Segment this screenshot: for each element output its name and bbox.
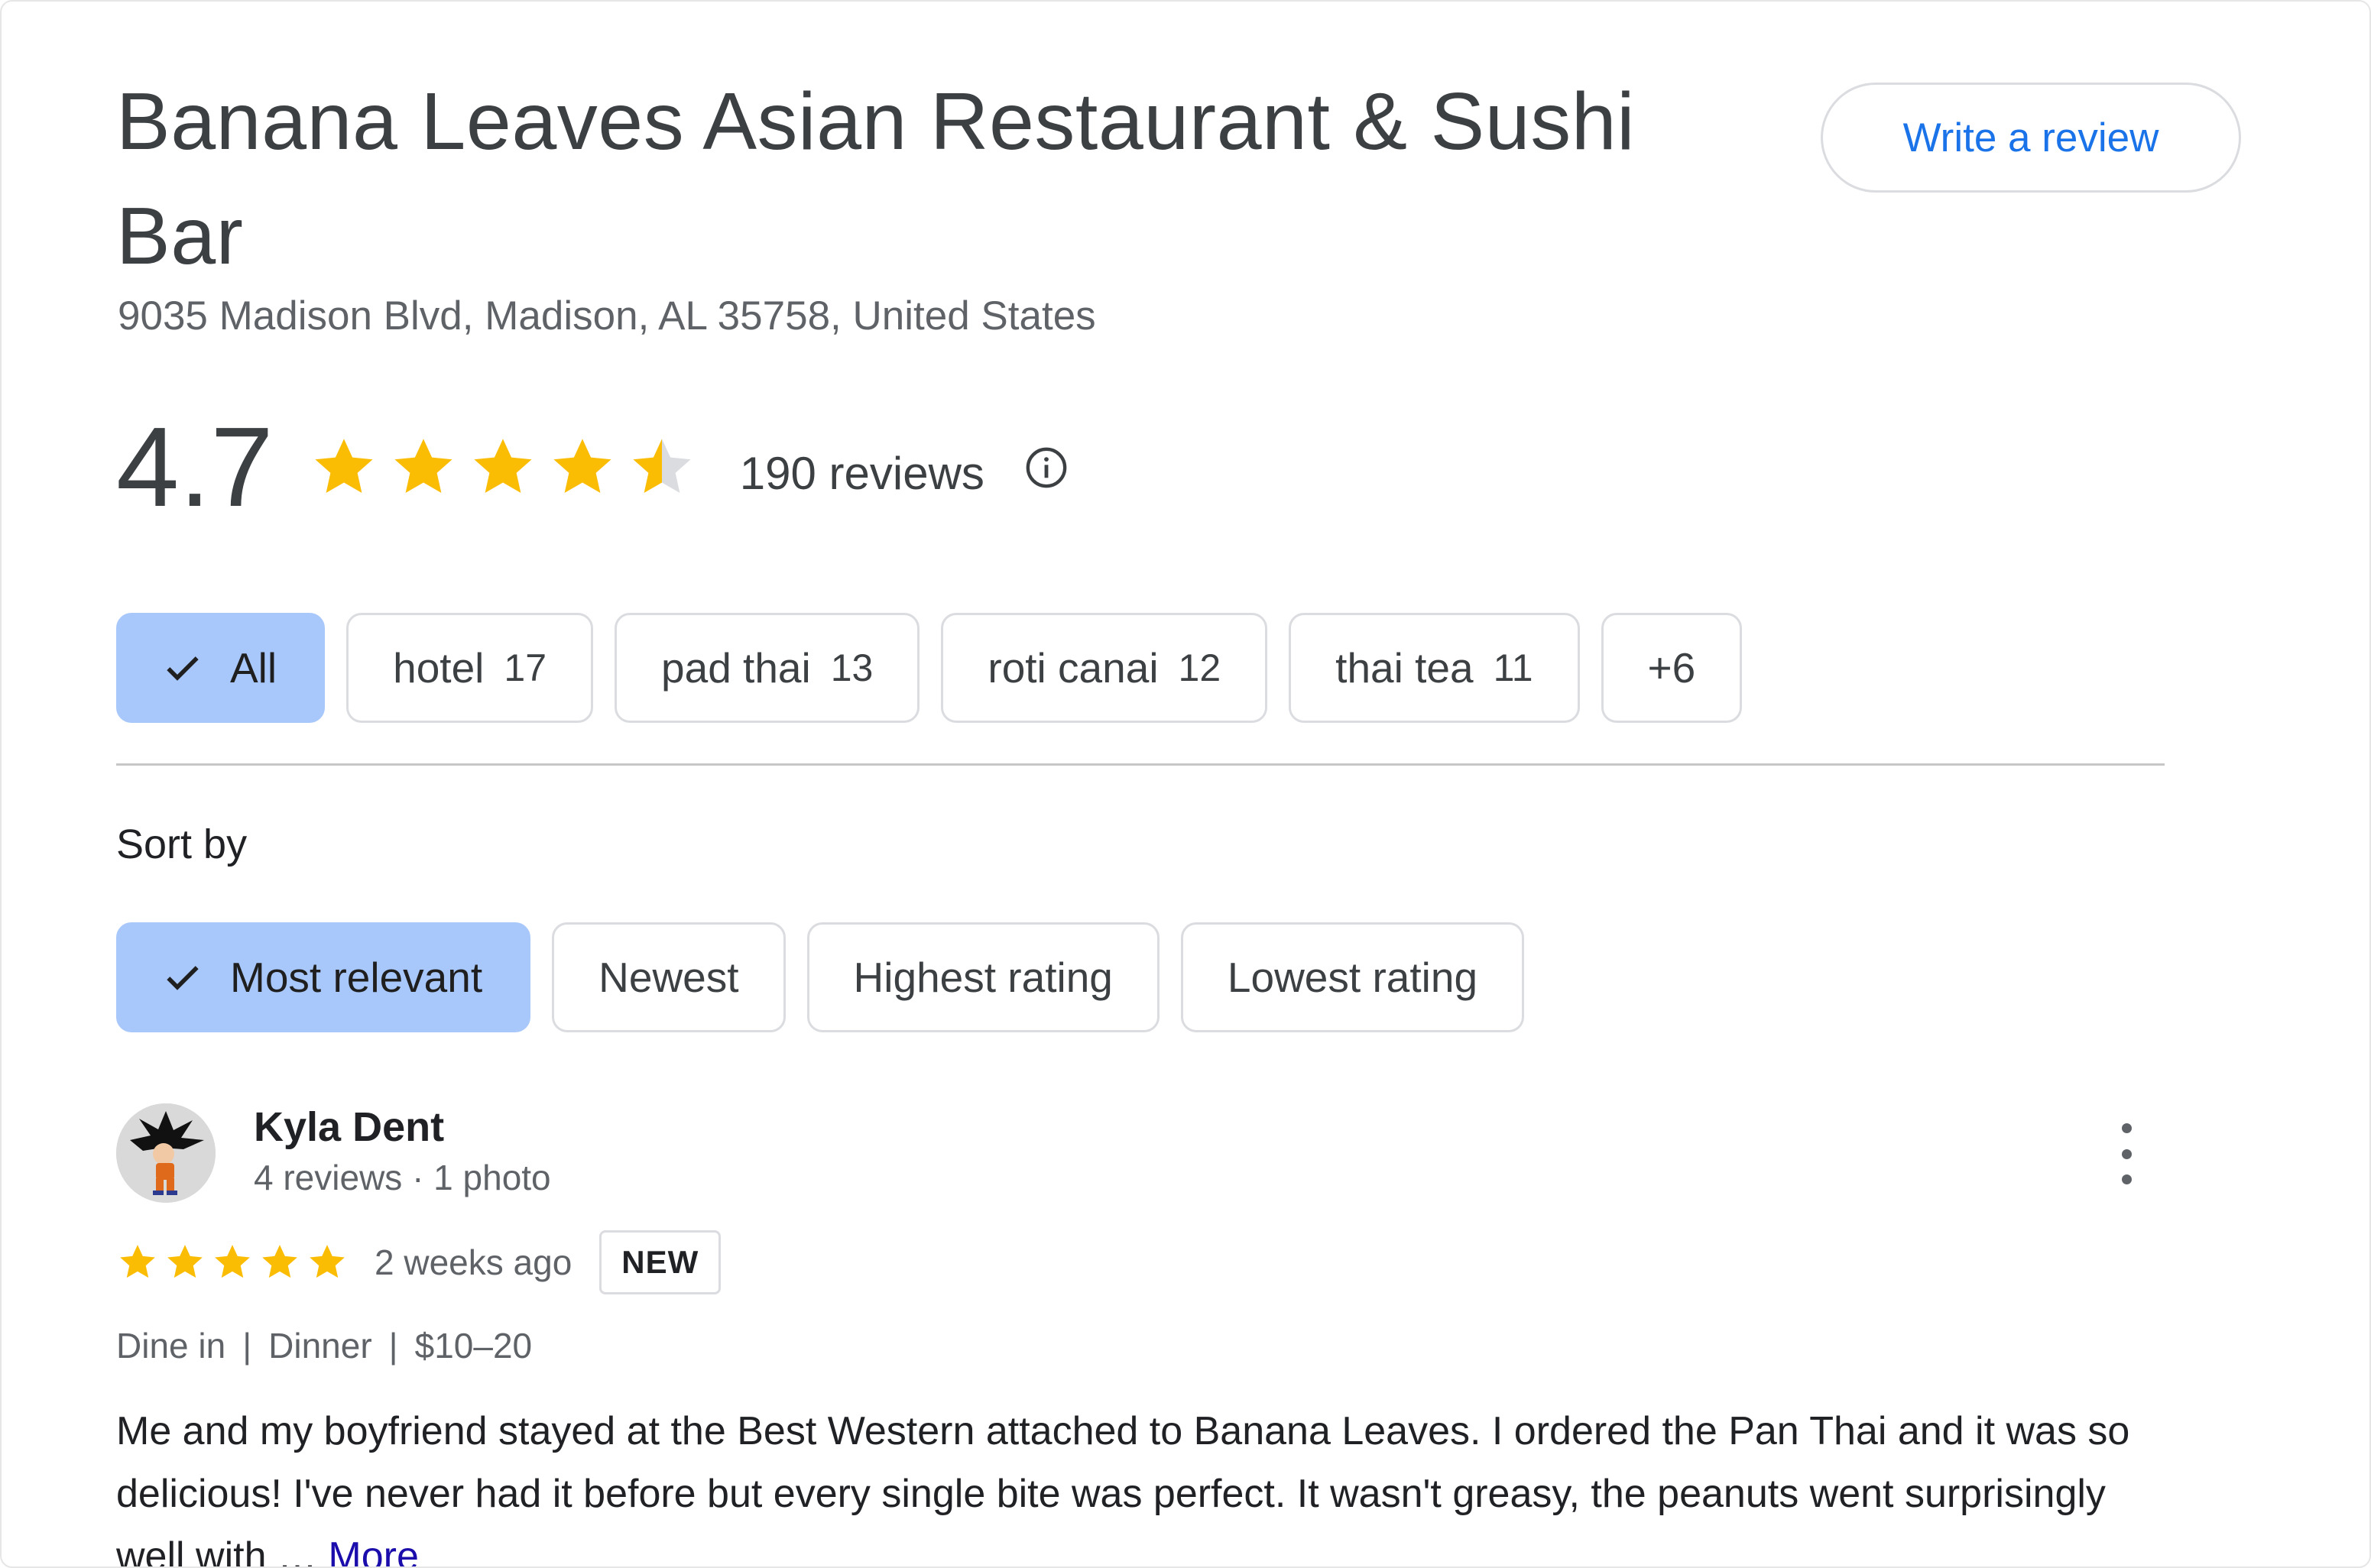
- sort-chip-label: Newest: [598, 954, 739, 1001]
- context-item: Dinner: [268, 1326, 372, 1366]
- review-text: Me and my boyfriend stayed at the Best W…: [116, 1400, 2180, 1566]
- info-icon[interactable]: [1024, 445, 1069, 490]
- sort-chip[interactable]: Highest rating: [806, 922, 1160, 1032]
- write-review-button[interactable]: Write a review: [1821, 83, 2241, 193]
- topic-filter-chips: All hotel 17 pad thai 13 roti canai 12 thai tea…: [116, 613, 1743, 723]
- star-icon: [262, 1245, 297, 1278]
- avatar-image: [116, 1103, 216, 1203]
- sort-chip-label: Lowest rating: [1227, 954, 1478, 1001]
- star-icon: [120, 1245, 155, 1278]
- review-count[interactable]: 190 reviews: [740, 447, 984, 500]
- topic-chip-count: 13: [830, 646, 874, 689]
- star-icon: [394, 439, 452, 493]
- more-link[interactable]: More: [328, 1534, 418, 1566]
- context-item: $10–20: [414, 1326, 533, 1366]
- topic-chip[interactable]: All: [116, 613, 326, 723]
- sort-by-label: Sort by: [116, 821, 248, 867]
- reviewer-name[interactable]: Kyla Dent: [254, 1103, 444, 1151]
- topic-chip[interactable]: roti canai 12: [941, 613, 1268, 723]
- topic-chip-label: thai tea: [1335, 644, 1474, 692]
- rating-stars: [309, 432, 697, 503]
- place-title: Banana Leaves Asian Restaurant & Sushi B…: [116, 76, 1636, 281]
- check-icon: [167, 656, 199, 681]
- reviewer-avatar[interactable]: [116, 1103, 216, 1203]
- topic-chip-count: 17: [504, 646, 547, 689]
- star-icon: [310, 1245, 345, 1278]
- star-icon: [315, 439, 373, 493]
- topic-chip[interactable]: +6: [1601, 613, 1743, 723]
- star-icon: [633, 439, 691, 493]
- star-icon: [474, 439, 532, 493]
- review-stars: [116, 1241, 349, 1284]
- topic-chip-label: All: [230, 644, 277, 692]
- reviewer-meta: 4 reviews · 1 photo: [254, 1158, 551, 1197]
- topic-chip-count: 12: [1178, 646, 1221, 689]
- context-separator: |: [242, 1326, 252, 1366]
- star-icon: [215, 1245, 250, 1278]
- sort-options: Most relevant Newest Highest rating Lowest …: [116, 922, 1525, 1032]
- context-separator: |: [388, 1326, 398, 1366]
- topic-chip-label: +6: [1647, 644, 1696, 692]
- topic-chip-label: pad thai: [661, 644, 811, 692]
- topic-chip-label: roti canai: [988, 644, 1159, 692]
- rating-summary: 4.7 190 reviews: [116, 399, 1069, 536]
- review-time: 2 weeks ago: [375, 1242, 572, 1282]
- sort-chip-label: Most relevant: [230, 954, 483, 1001]
- topic-chip[interactable]: thai tea 11: [1289, 613, 1580, 723]
- star-icon: [553, 439, 611, 493]
- topic-chip-label: hotel: [393, 644, 485, 692]
- sort-chip[interactable]: Most relevant: [116, 922, 531, 1032]
- star-icon: [167, 1245, 203, 1278]
- place-address: 9035 Madison Blvd, Madison, AL 35758, Un…: [118, 293, 1096, 339]
- sort-chip-label: Highest rating: [853, 954, 1113, 1001]
- divider: [116, 763, 2165, 766]
- review-rating-row: 2 weeks ago NEW: [116, 1230, 722, 1294]
- place-reviews-panel: Banana Leaves Asian Restaurant & Sushi B…: [0, 0, 2371, 1568]
- check-icon: [167, 966, 199, 990]
- sort-chip[interactable]: Lowest rating: [1180, 922, 1525, 1032]
- sort-chip[interactable]: Newest: [552, 922, 786, 1032]
- topic-chip[interactable]: pad thai 13: [615, 613, 920, 723]
- topic-chip-count: 11: [1493, 646, 1533, 689]
- new-badge: NEW: [599, 1230, 722, 1294]
- review-context: Dine in | Dinner | $10–20: [116, 1325, 532, 1366]
- context-item: Dine in: [116, 1326, 226, 1366]
- rating-value: 4.7: [116, 404, 274, 530]
- topic-chip[interactable]: hotel 17: [346, 613, 594, 723]
- more-vert-icon[interactable]: [2111, 1123, 2142, 1184]
